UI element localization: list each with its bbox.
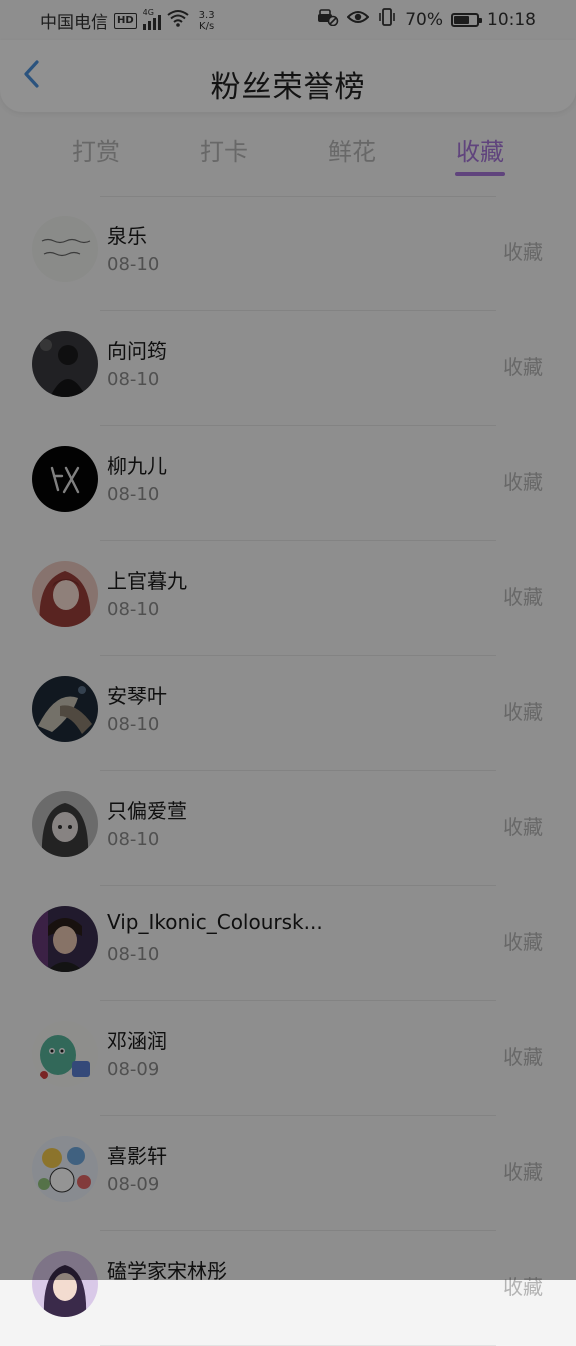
user-date: 08-10 xyxy=(107,829,160,850)
user-name: 向问筠 xyxy=(107,339,167,363)
user-date: 08-10 xyxy=(107,599,160,620)
favorite-label: 收藏 xyxy=(503,930,543,954)
favorite-label: 收藏 xyxy=(503,815,543,839)
list-item[interactable]: 磕学家宋林彤 收藏 xyxy=(0,1231,576,1346)
favorite-label: 收藏 xyxy=(503,240,543,264)
hd-icon: HD xyxy=(114,12,137,29)
user-date: 08-10 xyxy=(107,714,160,735)
avatar[interactable] xyxy=(32,331,98,397)
carrier-label: 中国电信 xyxy=(40,13,108,33)
favorite-label: 收藏 xyxy=(503,1045,543,1069)
signal-icon: 4G xyxy=(142,8,161,30)
net-speed-value: 3.3 xyxy=(198,9,215,21)
battery-icon xyxy=(451,12,482,27)
favorite-label: 收藏 xyxy=(503,700,543,724)
status-left: 中国电信 HD 4G 3.3 K/s xyxy=(40,8,215,34)
battery-percent: 70% xyxy=(405,9,443,30)
avatar[interactable] xyxy=(32,1136,98,1202)
user-date: 08-10 xyxy=(107,254,160,275)
page-title: 粉丝荣誉榜 xyxy=(210,70,366,105)
user-name: 邓涵润 xyxy=(107,1029,167,1053)
tab-tip[interactable]: 打赏 xyxy=(56,132,136,167)
list-item[interactable]: 上官暮九 08-10 收藏 xyxy=(0,541,576,656)
active-tab-indicator xyxy=(455,172,505,176)
list-item[interactable]: 安琴叶 08-10 收藏 xyxy=(0,656,576,771)
user-date: 08-10 xyxy=(107,369,160,390)
favorite-label: 收藏 xyxy=(503,1275,543,1299)
status-right: 70% 10:18 xyxy=(317,8,536,31)
avatar[interactable] xyxy=(32,216,98,282)
net-speed-unit: K/s xyxy=(199,20,215,32)
header-bar: 粉丝荣誉榜 xyxy=(0,40,576,112)
tab-checkin[interactable]: 打卡 xyxy=(184,132,264,167)
list-item[interactable]: Vip_Ikonic_Coloursk... 08-10 收藏 xyxy=(0,886,576,1001)
list-item[interactable]: 喜影轩 08-09 收藏 xyxy=(0,1116,576,1231)
tab-flowers[interactable]: 鲜花 xyxy=(312,132,392,167)
avatar[interactable] xyxy=(32,446,98,512)
vibrate-icon xyxy=(377,8,397,31)
avatar[interactable] xyxy=(32,1021,98,1087)
user-name: 安琴叶 xyxy=(107,684,167,708)
favorite-label: 收藏 xyxy=(503,585,543,609)
fan-list: 泉乐 08-10 收藏 向问筠 08-10 收藏 柳九儿 08-10 收藏 上官… xyxy=(0,196,576,1346)
net-speed: 3.3 K/s xyxy=(199,10,215,32)
status-bar: 中国电信 HD 4G 3.3 K/s 70% 10:18 xyxy=(0,0,576,40)
clock: 10:18 xyxy=(487,9,536,30)
tab-bar: 打赏 打卡 鲜花 收藏 xyxy=(0,120,576,182)
user-date: 08-10 xyxy=(107,484,160,505)
favorite-label: 收藏 xyxy=(503,1160,543,1184)
list-item[interactable]: 向问筠 08-10 收藏 xyxy=(0,311,576,426)
favorite-label: 收藏 xyxy=(503,355,543,379)
avatar[interactable] xyxy=(32,791,98,857)
user-name: 只偏爱萱 xyxy=(107,799,187,823)
eye-icon xyxy=(346,9,370,30)
user-date: 08-09 xyxy=(107,1059,160,1080)
list-item[interactable]: 邓涵润 08-09 收藏 xyxy=(0,1001,576,1116)
avatar[interactable] xyxy=(32,1251,98,1317)
user-name: 泉乐 xyxy=(107,224,147,248)
wifi-icon xyxy=(167,9,189,32)
avatar[interactable] xyxy=(32,561,98,627)
avatar[interactable] xyxy=(32,676,98,742)
user-name: 上官暮九 xyxy=(107,569,187,593)
user-date: 08-10 xyxy=(107,944,160,965)
user-name: Vip_Ikonic_Coloursk... xyxy=(107,910,323,934)
user-name: 喜影轩 xyxy=(107,1144,167,1168)
list-item[interactable]: 泉乐 08-10 收藏 xyxy=(0,196,576,311)
user-name: 柳九儿 xyxy=(107,454,167,478)
user-date: 08-09 xyxy=(107,1174,160,1195)
tab-favorites[interactable]: 收藏 xyxy=(440,132,520,167)
list-item[interactable]: 柳九儿 08-10 收藏 xyxy=(0,426,576,541)
network-type-label: 4G xyxy=(142,7,154,17)
avatar[interactable] xyxy=(32,906,98,972)
favorite-label: 收藏 xyxy=(503,470,543,494)
car-mode-icon xyxy=(317,8,339,31)
list-item[interactable]: 只偏爱萱 08-10 收藏 xyxy=(0,771,576,886)
